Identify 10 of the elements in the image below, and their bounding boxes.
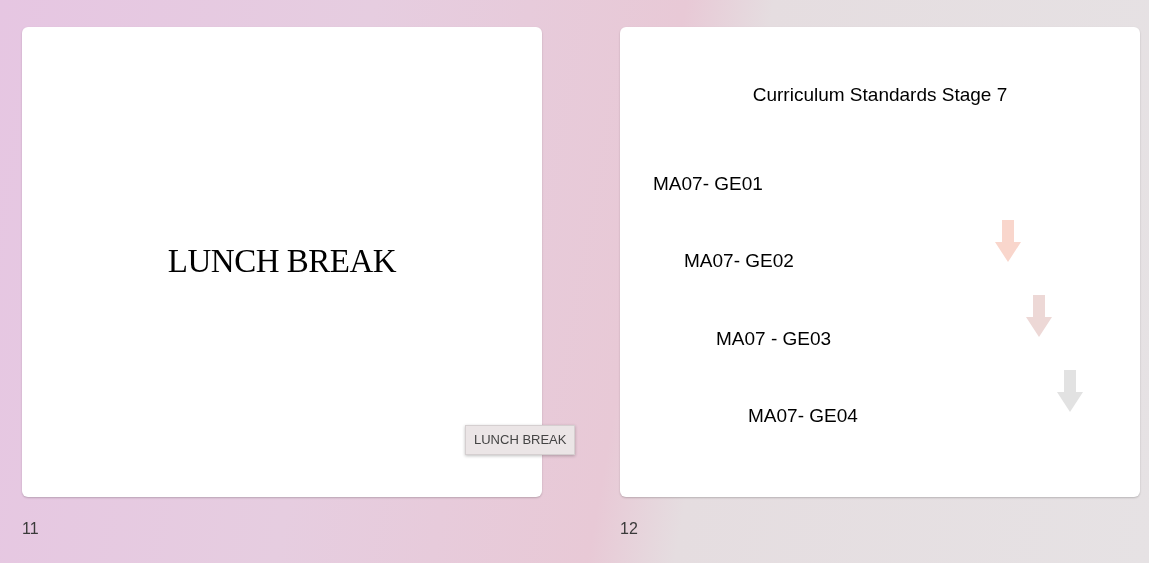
slide-thumbnail[interactable]: Curriculum Standards Stage 7 MA07- GE01 MA07- GE02 MA07 - GE03 MA07- GE04 (620, 27, 1140, 497)
slide-bullet: MA07- GE02 (684, 249, 794, 273)
slide-title: Curriculum Standards Stage 7 (751, 83, 1009, 107)
slide-number: 12 (620, 519, 638, 539)
slide-bullet: MA07- GE01 (653, 171, 763, 196)
tooltip: LUNCH BREAK (465, 425, 576, 455)
slide-title: LUNCH BREAK (167, 242, 397, 282)
slide-number: 11 (22, 519, 39, 539)
slide-bullet: MA07- GE04 (748, 404, 858, 428)
slide-bullet: MA07 - GE03 (716, 326, 832, 351)
